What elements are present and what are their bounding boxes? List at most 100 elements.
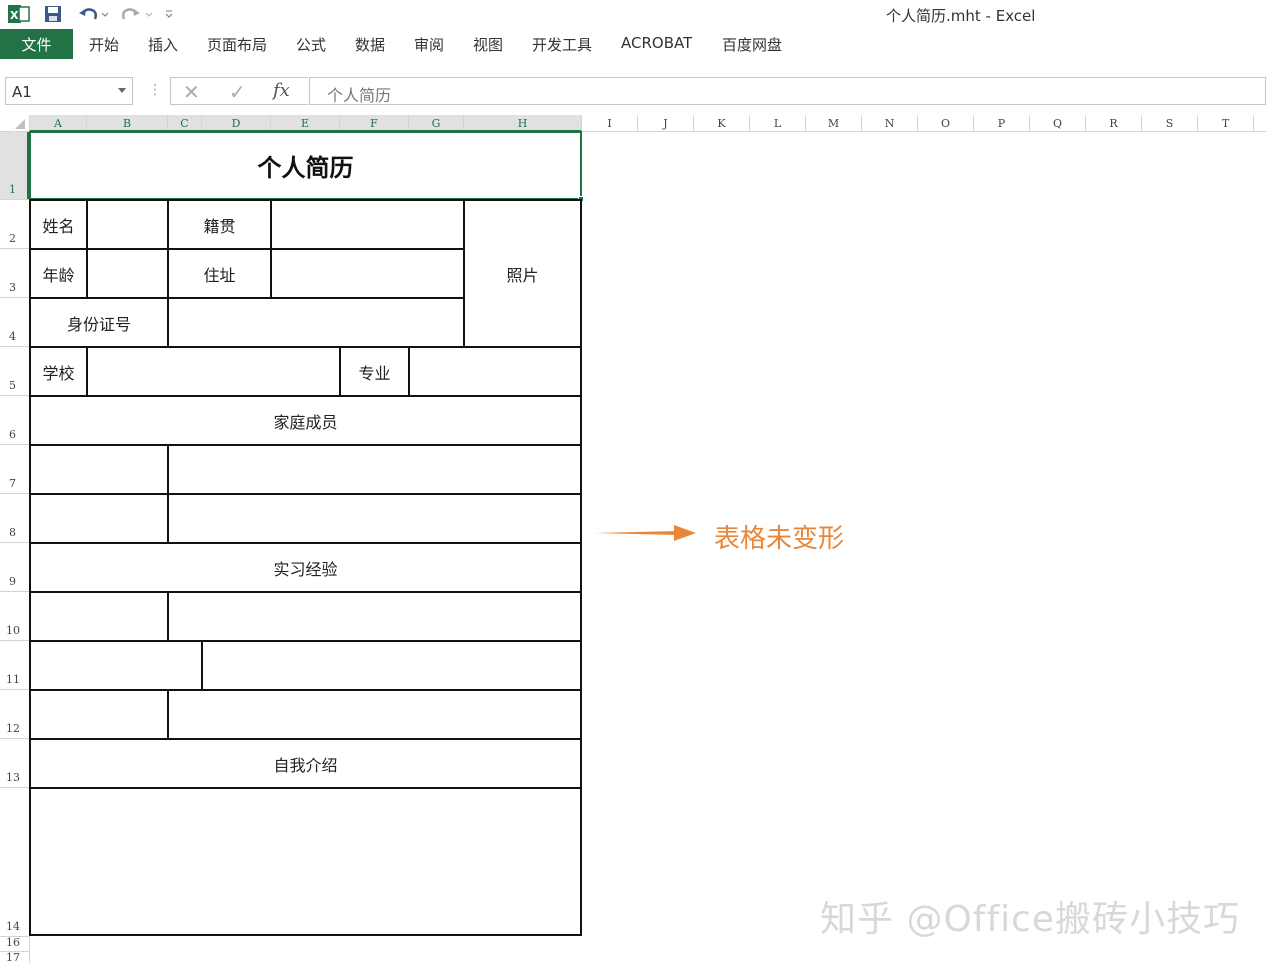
column-header-m[interactable]: M: [806, 115, 861, 132]
column-header-l[interactable]: L: [750, 115, 805, 132]
tab-view[interactable]: 视图: [473, 34, 503, 55]
formula-bar: A1 ⋮ ✕ ✓ fx 个人简历: [0, 60, 1266, 115]
family-cell-left-1[interactable]: [29, 444, 169, 495]
internship-cell-right-2[interactable]: [201, 640, 582, 691]
row-header-16[interactable]: 16: [0, 936, 29, 949]
row-header-5[interactable]: 5: [0, 379, 29, 392]
label-id-number: 身份证号: [66, 314, 131, 334]
insert-function-icon[interactable]: fx: [273, 80, 290, 101]
column-header-n[interactable]: N: [862, 115, 917, 132]
label-cell-native-place[interactable]: 籍贯: [167, 199, 272, 250]
annotation-text: 表格未变形: [714, 524, 845, 554]
row-header-3[interactable]: 3: [0, 281, 29, 294]
column-header-t[interactable]: T: [1198, 115, 1253, 132]
window-title: 个人简历.mht - Excel: [886, 7, 1036, 25]
tab-data[interactable]: 数据: [355, 34, 385, 55]
section-internship[interactable]: 实习经验: [29, 542, 582, 593]
input-cell-id-number[interactable]: [167, 297, 465, 348]
select-all-corner[interactable]: [0, 115, 29, 132]
customize-qat-icon[interactable]: [162, 3, 176, 25]
label-age: 年龄: [42, 265, 75, 285]
save-icon[interactable]: [42, 3, 64, 25]
column-header-o[interactable]: O: [918, 115, 973, 132]
column-header-r[interactable]: R: [1086, 115, 1141, 132]
name-box-value: A1: [12, 83, 32, 101]
row-header-17[interactable]: 17: [0, 951, 29, 964]
tab-baidu-netdisk[interactable]: 百度网盘: [722, 34, 782, 55]
tab-developer[interactable]: 开发工具: [532, 34, 592, 55]
resume-title-cell[interactable]: 个人简历: [29, 131, 582, 200]
section-self-intro[interactable]: 自我介绍: [29, 738, 582, 789]
name-box[interactable]: A1: [5, 77, 133, 105]
label-cell-major[interactable]: 专业: [339, 346, 410, 397]
excel-logo-icon: X: [6, 3, 32, 25]
label-family: 家庭成员: [273, 412, 338, 432]
tab-page-layout[interactable]: 页面布局: [207, 34, 267, 55]
internship-cell-left-2[interactable]: [29, 640, 203, 691]
row-header-6[interactable]: 6: [0, 428, 29, 441]
undo-icon[interactable]: [76, 3, 110, 25]
label-school: 学校: [42, 363, 75, 383]
tab-review[interactable]: 审阅: [414, 34, 444, 55]
tab-acrobat[interactable]: ACROBAT: [621, 34, 692, 52]
row-header-13[interactable]: 13: [0, 771, 29, 784]
internship-cell-left-1[interactable]: [29, 591, 169, 642]
section-family[interactable]: 家庭成员: [29, 395, 582, 446]
formula-buttons: ✕ ✓ fx: [170, 77, 308, 105]
family-cell-right-2[interactable]: [167, 493, 582, 544]
column-header-i[interactable]: I: [582, 115, 637, 132]
row-header-7[interactable]: 7: [0, 477, 29, 490]
enter-check-icon[interactable]: ✓: [229, 80, 246, 104]
label-cell-address[interactable]: 住址: [167, 248, 272, 299]
input-cell-name[interactable]: [86, 199, 169, 250]
internship-cell-right-3[interactable]: [167, 689, 582, 740]
input-cell-school[interactable]: [86, 346, 341, 397]
row-header-9[interactable]: 9: [0, 575, 29, 588]
label-cell-id-number[interactable]: 身份证号: [29, 297, 169, 348]
label-cell-school[interactable]: 学校: [29, 346, 88, 397]
tab-home[interactable]: 开始: [89, 34, 119, 55]
tab-file[interactable]: 文件: [0, 29, 73, 59]
title-bar: X 个人简历.mht - Excel: [0, 0, 1266, 28]
self-intro-input-cell[interactable]: [29, 787, 582, 936]
watermark: 知乎 @Office搬砖小技巧: [820, 899, 1241, 940]
input-cell-age[interactable]: [86, 248, 169, 299]
row-header-11[interactable]: 11: [0, 673, 29, 686]
redo-icon[interactable]: [118, 3, 154, 25]
family-cell-right-1[interactable]: [167, 444, 582, 495]
row-header-10[interactable]: 10: [0, 624, 29, 637]
label-cell-age[interactable]: 年龄: [29, 248, 88, 299]
label-self-intro: 自我介绍: [273, 755, 338, 775]
input-cell-address[interactable]: [270, 248, 465, 299]
label-internship: 实习经验: [273, 559, 338, 579]
row-header-12[interactable]: 12: [0, 722, 29, 735]
column-header-p[interactable]: P: [974, 115, 1029, 132]
family-cell-left-2[interactable]: [29, 493, 169, 544]
label-major: 专业: [358, 363, 391, 383]
internship-cell-right-1[interactable]: [167, 591, 582, 642]
label-native-place: 籍贯: [203, 216, 236, 236]
row-header-4[interactable]: 4: [0, 330, 29, 343]
input-cell-native-place[interactable]: [270, 199, 465, 250]
photo-cell[interactable]: 照片: [463, 199, 582, 348]
ribbon-tabs: 文件 开始 插入 页面布局 公式 数据 审阅 视图 开发工具 ACROBAT 百…: [0, 28, 1266, 60]
row-header-1[interactable]: 1: [0, 183, 29, 196]
cancel-icon[interactable]: ✕: [183, 80, 200, 104]
label-cell-name[interactable]: 姓名: [29, 199, 88, 250]
input-cell-major[interactable]: [408, 346, 582, 397]
row-header-14[interactable]: 14: [0, 920, 29, 933]
tab-insert[interactable]: 插入: [148, 34, 178, 55]
column-header-j[interactable]: J: [638, 115, 693, 132]
column-header-k[interactable]: K: [694, 115, 749, 132]
chevron-down-icon[interactable]: [118, 88, 126, 93]
label-name: 姓名: [42, 216, 75, 236]
arrow-right-icon: [594, 523, 698, 547]
row-header-8[interactable]: 8: [0, 526, 29, 539]
formula-input[interactable]: 个人简历: [309, 77, 1266, 105]
internship-cell-left-3[interactable]: [29, 689, 169, 740]
tab-formulas[interactable]: 公式: [296, 34, 326, 55]
column-header-s[interactable]: S: [1142, 115, 1197, 132]
column-header-q[interactable]: Q: [1030, 115, 1085, 132]
row-header-2[interactable]: 2: [0, 232, 29, 245]
worksheet[interactable]: A B C D E F G H I J K L M N O P Q R S T …: [0, 115, 1266, 964]
